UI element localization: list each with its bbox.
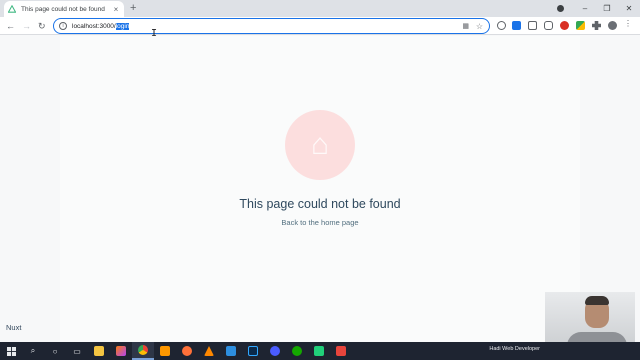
back-home-link[interactable]: Back to the home page bbox=[0, 218, 640, 227]
record-icon[interactable] bbox=[557, 5, 564, 12]
extension-1-icon[interactable] bbox=[497, 21, 506, 30]
tab-close-icon[interactable]: × bbox=[112, 5, 120, 14]
bookmark-star-icon[interactable]: ☆ bbox=[476, 22, 483, 31]
error-title: This page could not be found bbox=[239, 197, 401, 211]
task-view-icon[interactable]: ▭ bbox=[66, 342, 88, 360]
minimize-button[interactable]: – bbox=[574, 4, 596, 13]
address-bar[interactable]: i localhost:3000/login ▦ ☆ bbox=[53, 18, 490, 34]
vlc-icon[interactable] bbox=[198, 342, 220, 360]
firefox-icon[interactable] bbox=[176, 342, 198, 360]
menu-dots-icon[interactable]: ⋮ bbox=[624, 19, 632, 28]
webcam-person-hair bbox=[585, 296, 609, 305]
reload-button[interactable]: ↻ bbox=[38, 20, 46, 32]
watermark-logo-icon: ⌂ bbox=[285, 110, 355, 180]
url-host: localhost:3000/ bbox=[72, 22, 116, 30]
app-red-icon[interactable] bbox=[330, 342, 352, 360]
sublime-icon[interactable] bbox=[154, 342, 176, 360]
qr-code-icon[interactable]: ▦ bbox=[462, 22, 469, 30]
window-controls: – ❐ ✕ bbox=[574, 0, 640, 17]
start-button[interactable] bbox=[0, 342, 22, 360]
taskbar: ⌕ ○ ▭ bbox=[0, 342, 640, 360]
extension-3-icon[interactable] bbox=[528, 21, 537, 30]
browser-tab[interactable]: This page could not be found × bbox=[4, 1, 124, 17]
camtasia-icon[interactable] bbox=[308, 342, 330, 360]
site-info-icon[interactable]: i bbox=[59, 22, 67, 30]
taskbar-user-label: Hadi Web Developer bbox=[489, 346, 540, 352]
extension-5-icon[interactable] bbox=[560, 21, 569, 30]
maximize-button[interactable]: ❐ bbox=[596, 4, 618, 13]
nuxt-footer-label: Nuxt bbox=[6, 323, 22, 332]
photoshop-icon[interactable] bbox=[242, 342, 264, 360]
page-panel bbox=[60, 36, 580, 342]
back-button[interactable]: ← bbox=[6, 20, 15, 32]
extension-6-icon[interactable] bbox=[576, 21, 585, 30]
close-window-button[interactable]: ✕ bbox=[618, 4, 640, 13]
page-content bbox=[0, 36, 640, 342]
vscode-icon[interactable] bbox=[220, 342, 242, 360]
new-tab-button[interactable]: + bbox=[130, 2, 136, 14]
camera-extension-icon[interactable] bbox=[544, 21, 553, 30]
forward-button[interactable]: → bbox=[22, 20, 31, 32]
back-home-link-text[interactable]: Back to the home page bbox=[281, 218, 358, 227]
jetbrains-icon[interactable] bbox=[110, 342, 132, 360]
file-explorer-icon[interactable] bbox=[88, 342, 110, 360]
upwork-icon[interactable] bbox=[286, 342, 308, 360]
chrome-icon[interactable] bbox=[132, 342, 154, 360]
search-icon[interactable]: ⌕ bbox=[22, 342, 44, 360]
app-c-icon[interactable] bbox=[264, 342, 286, 360]
extension-2-icon[interactable] bbox=[512, 21, 521, 30]
cortana-icon[interactable]: ○ bbox=[44, 342, 66, 360]
tab-title: This page could not be found bbox=[21, 5, 105, 13]
nuxt-favicon-icon bbox=[8, 5, 16, 13]
tab-strip: This page could not be found × + – ❐ ✕ bbox=[0, 0, 640, 17]
profile-avatar[interactable] bbox=[608, 21, 617, 30]
url-path-selected: login bbox=[115, 22, 130, 30]
